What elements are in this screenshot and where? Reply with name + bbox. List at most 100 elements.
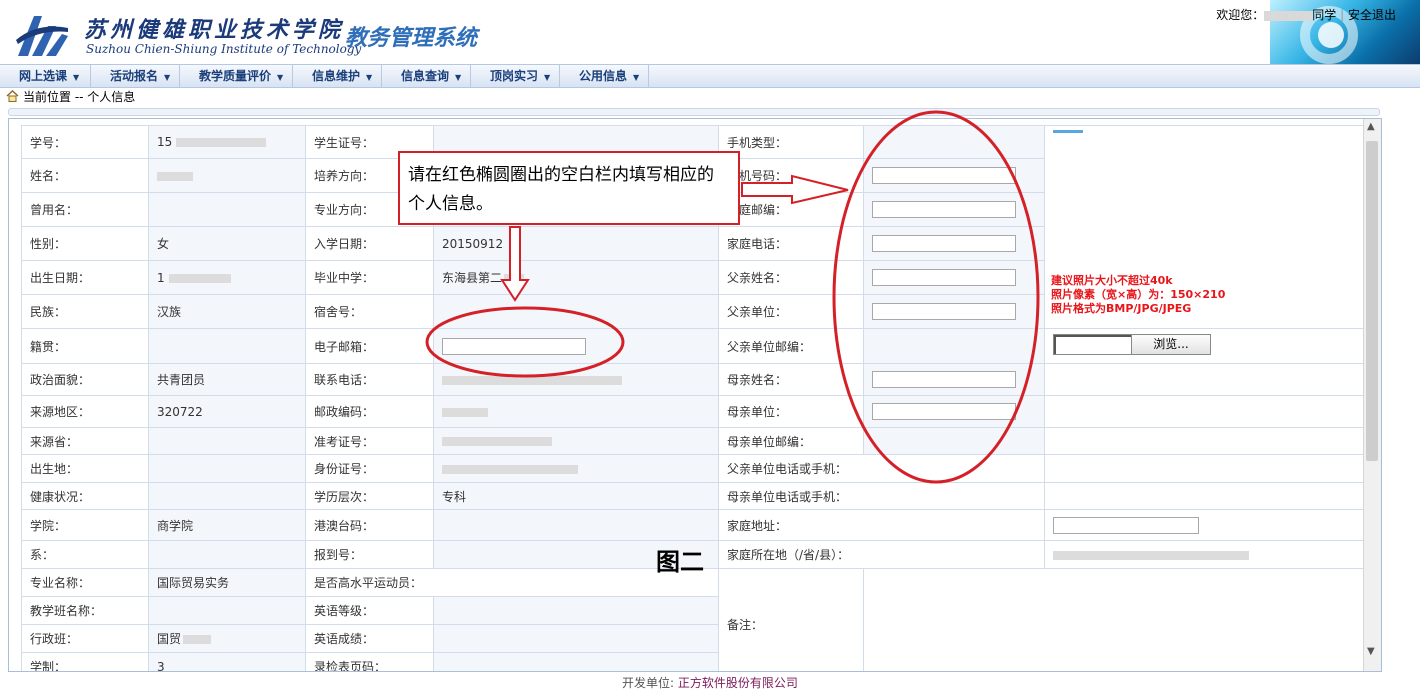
chevron-down-icon: ▼ <box>366 73 373 82</box>
menu-internship[interactable]: 顶岗实习 ▼ <box>471 65 560 87</box>
browse-button[interactable]: 浏览... <box>1131 334 1211 355</box>
field-label: 学号： <box>21 125 149 159</box>
chevron-down-icon: ▼ <box>73 73 80 82</box>
mobile-cell <box>863 158 1045 193</box>
menu-info-maintenance[interactable]: 信息维护 ▼ <box>293 65 382 87</box>
field-label: 母亲单位： <box>718 395 864 428</box>
field-label: 家庭地址： <box>718 509 1045 541</box>
home-address-input[interactable] <box>1053 516 1199 534</box>
field-label: 母亲单位邮编： <box>718 427 864 455</box>
menu-teaching-evaluation[interactable]: 教学质量评价 ▼ <box>180 65 293 87</box>
scroll-up-icon[interactable]: ▲ <box>1367 121 1375 132</box>
father-name-input[interactable] <box>872 269 1016 286</box>
field-label: 性别： <box>21 226 149 261</box>
education-level-value: 专科 <box>433 482 719 510</box>
field-label: 准考证号： <box>305 427 434 455</box>
photo-note-size: 建议照片大小不超过40k <box>1051 274 1173 287</box>
field-label: 母亲姓名： <box>718 363 864 396</box>
mother-name-cell <box>863 363 1045 396</box>
footer-prefix: 开发单位: <box>622 676 675 690</box>
file-path-field[interactable] <box>1053 334 1131 355</box>
instruction-callout: 请在红色椭圆圈出的空白栏内填写相应的个人信息。 <box>398 151 740 225</box>
field-label: 录检表页码： <box>305 652 434 671</box>
vertical-scrollbar[interactable]: ▲ ▼ <box>1363 119 1381 671</box>
field-label: 联系电话： <box>305 363 434 396</box>
name-value <box>148 158 306 193</box>
page-footer: 开发单位: 正方软件股份有限公司 <box>0 672 1420 697</box>
origin-region-value: 320722 <box>148 395 306 428</box>
masked-value <box>442 375 622 385</box>
photo-note-pixels: 照片像素（宽×高）为：150×210 <box>1051 288 1226 301</box>
menu-course-selection[interactable]: 网上选课 ▼ <box>0 65 91 87</box>
field-label: 教学班名称： <box>21 596 149 625</box>
field-label: 学历层次： <box>305 482 434 510</box>
middle-school-value: 东海县第二 <box>433 260 719 295</box>
menu-info-query[interactable]: 信息查询 ▼ <box>382 65 471 87</box>
father-name-cell <box>863 260 1045 295</box>
menu-label: 网上选课 <box>19 69 68 83</box>
mother-name-input[interactable] <box>872 371 1016 388</box>
mother-unit-input[interactable] <box>872 403 1016 420</box>
field-label: 入学日期： <box>305 226 434 261</box>
main-menu: 网上选课 ▼ 活动报名 ▼ 教学质量评价 ▼ 信息维护 ▼ 信息查询 ▼ 顶岗实习 ▼ 公用… <box>0 64 1420 88</box>
email-input[interactable] <box>442 337 586 355</box>
field-label: 来源省： <box>21 427 149 455</box>
field-label: 母亲单位电话或手机： <box>718 482 1045 510</box>
breadcrumb-text: 当前位置 -- 个人信息 <box>23 90 136 104</box>
field-label: 家庭电话： <box>718 226 864 261</box>
field-label: 父亲单位电话或手机： <box>718 454 1045 483</box>
former-name-value <box>148 192 306 227</box>
mobile-type-value <box>863 125 1045 159</box>
menu-activity-signup[interactable]: 活动报名 ▼ <box>91 65 180 87</box>
welcome-prefix: 欢迎您： <box>1216 8 1265 22</box>
empty-cell <box>1044 363 1366 396</box>
record-page-value <box>433 652 719 671</box>
developer-link[interactable]: 正方软件股份有限公司 <box>678 676 798 690</box>
student-id-value: 15 <box>148 125 306 159</box>
political-value: 共青团员 <box>148 363 306 396</box>
admin-class-value: 国贸 <box>148 624 306 653</box>
photo-file-picker[interactable]: 浏览... <box>1053 334 1211 355</box>
remarks-value <box>863 568 1366 671</box>
exam-number-value <box>433 427 719 455</box>
home-phone-cell <box>863 226 1045 261</box>
menu-label: 信息查询 <box>401 69 450 83</box>
school-name-en: Suzhou Chien-Shiung Institute of Technol… <box>86 42 362 56</box>
field-label: 出生地： <box>21 454 149 483</box>
chevron-down-icon: ▼ <box>633 73 640 82</box>
photo-note-format: 照片格式为BMP/JPG/JPEG <box>1051 302 1192 315</box>
page-header: 苏州健雄职业技术学院 Suzhou Chien-Shiung Institute… <box>0 0 1420 64</box>
empty-cell <box>1044 395 1366 428</box>
table-row: 出生地： 身份证号： 父亲单位电话或手机： <box>21 454 1366 483</box>
home-zip-input[interactable] <box>872 201 1016 218</box>
teaching-class-value <box>148 596 306 625</box>
father-unit-input[interactable] <box>872 303 1016 320</box>
hkmt-value <box>433 509 719 541</box>
field-label: 政治面貌： <box>21 363 149 396</box>
field-label: 毕业中学： <box>305 260 434 295</box>
field-label: 备注： <box>718 568 864 671</box>
chevron-down-icon: ▼ <box>455 73 462 82</box>
idcard-value <box>433 454 719 483</box>
masked-value <box>168 273 231 283</box>
email-cell <box>433 328 719 364</box>
field-label: 邮政编码： <box>305 395 434 428</box>
scroll-down-icon[interactable]: ▼ <box>1367 646 1375 657</box>
mobile-input[interactable] <box>872 167 1016 184</box>
health-value <box>148 482 306 510</box>
field-label: 报到号： <box>305 540 434 569</box>
mother-tel-value <box>1044 482 1366 510</box>
home-phone-input[interactable] <box>872 235 1016 252</box>
masked-value <box>504 274 525 283</box>
english-level-value <box>433 596 719 625</box>
school-logo-icon <box>16 16 68 56</box>
mother-unit-cell <box>863 395 1045 428</box>
menu-label: 教学质量评价 <box>199 69 272 83</box>
empty-cell <box>1044 427 1366 455</box>
field-label: 父亲单位邮编： <box>718 328 864 364</box>
menu-label: 活动报名 <box>110 69 159 83</box>
scrollbar-thumb[interactable] <box>1366 141 1378 461</box>
menu-public-info[interactable]: 公用信息 ▼ <box>560 65 649 87</box>
gender-value: 女 <box>148 226 306 261</box>
logout-link[interactable]: 安全退出 <box>1348 8 1396 22</box>
